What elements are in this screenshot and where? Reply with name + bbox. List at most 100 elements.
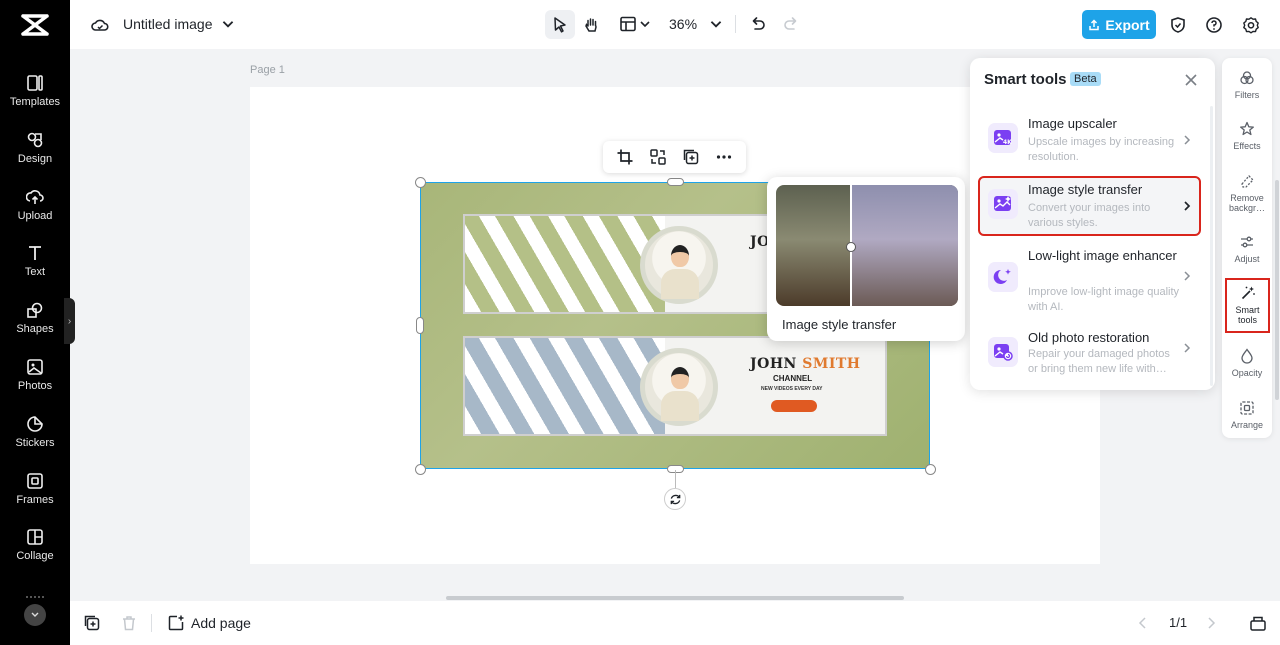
tool-old-photo-restoration[interactable]: Old photo restoration Repair your damage… (978, 324, 1201, 380)
cloud-sync-icon[interactable] (90, 15, 110, 35)
settings-button[interactable] (1241, 15, 1261, 35)
tool-description: Improve low-light image quality with AI. (1028, 286, 1180, 313)
hand-tool-button[interactable] (581, 14, 603, 36)
rail-item-opacity[interactable]: Opacity (1222, 348, 1272, 378)
sidebar-item-stickers[interactable]: Stickers (0, 415, 70, 463)
sidebar-item-upload[interactable]: Upload (0, 188, 70, 236)
toolbar-divider (735, 15, 736, 33)
right-scrollbar[interactable] (1275, 180, 1279, 400)
rail-label: Filters (1234, 90, 1260, 100)
select-tool-button[interactable] (545, 10, 575, 39)
tool-image-upscaler[interactable]: 4K Image upscaler Upscale images by incr… (978, 110, 1201, 170)
rail-label: Arrange (1230, 420, 1264, 430)
add-page-button[interactable]: Add page (167, 614, 251, 632)
resize-handle-left[interactable] (416, 317, 424, 334)
tool-name: Old photo restoration (1028, 330, 1150, 345)
rotate-icon (670, 494, 680, 504)
help-icon (1206, 17, 1222, 33)
add-page-label: Add page (191, 615, 251, 631)
resize-handle-top[interactable] (667, 178, 684, 186)
rail-item-remove-background[interactable]: Remove backgr… (1222, 173, 1272, 213)
help-button[interactable] (1204, 15, 1224, 35)
tool-name: Image upscaler (1028, 116, 1117, 131)
export-button[interactable]: Export (1082, 10, 1156, 39)
filters-icon (1240, 71, 1254, 85)
redo-button[interactable] (781, 14, 801, 34)
rail-item-effects[interactable]: Effects (1222, 121, 1272, 151)
panel-title: Smart tools (984, 71, 1067, 88)
panel-scrollbar[interactable] (1210, 106, 1213, 386)
sidebar-item-templates[interactable]: Templates (0, 74, 70, 122)
rail-item-filters[interactable]: Filters (1222, 70, 1272, 100)
tool-name: Low-light image enhancer (1028, 248, 1177, 263)
shield-button[interactable] (1168, 15, 1188, 35)
more-options-button[interactable] (715, 148, 733, 166)
undo-button[interactable] (748, 14, 768, 34)
rail-item-arrange[interactable]: Arrange (1222, 400, 1272, 430)
next-page-button[interactable] (1204, 616, 1218, 630)
banner-title-accent: SMITH (802, 356, 861, 372)
page-count: 1/1 (1169, 615, 1188, 630)
rail-label: Smart tools (1235, 305, 1260, 325)
sidebar-item-photos[interactable]: Photos (0, 358, 70, 406)
capcut-logo[interactable] (19, 12, 51, 38)
tool-low-light-enhancer[interactable]: Low-light image enhancer Improve low-lig… (978, 242, 1201, 314)
rail-label: Remove backgr… (1228, 193, 1265, 213)
page-panel-button[interactable] (1249, 614, 1267, 632)
trash-icon (123, 616, 135, 631)
gear-icon (1243, 17, 1259, 34)
sidebar-item-shapes[interactable]: Shapes (0, 301, 70, 349)
delete-page-button[interactable] (120, 614, 138, 632)
upload-icon (26, 190, 44, 204)
portrait-avatar (640, 226, 718, 304)
sidebar-item-text[interactable]: Text (0, 244, 70, 292)
effects-star-icon (1240, 121, 1254, 136)
crop-button[interactable] (616, 148, 634, 166)
collage-icon (27, 529, 43, 545)
layout-button[interactable] (618, 14, 638, 34)
sidebar-item-design[interactable]: Design (0, 131, 70, 179)
text-icon (29, 246, 41, 260)
shield-check-icon (1171, 17, 1185, 33)
rail-item-smart-tools[interactable]: Smart tools (1225, 278, 1270, 333)
resize-handle-bottom-left[interactable] (415, 464, 426, 475)
canvas-horizontal-scrollbar[interactable] (446, 596, 904, 600)
export-label: Export (1105, 16, 1150, 33)
sidebar-item-label: Text (24, 266, 46, 278)
rotate-handle[interactable] (664, 488, 686, 510)
previous-page-button[interactable] (1136, 616, 1150, 630)
tool-description: Convert your images into various styles. (1028, 202, 1151, 229)
preview-label: Image style transfer (782, 317, 897, 332)
document-title[interactable]: Untitled image (123, 16, 213, 32)
banner-bottom: JOHN SMITH CHANNEL NEW VIDEOS EVERY DAY (463, 336, 887, 436)
tool-description: Upscale images by increasing resolution. (1028, 136, 1175, 163)
more-horizontal-icon (716, 155, 732, 159)
resize-handle-top-left[interactable] (415, 177, 426, 188)
replace-button[interactable] (649, 148, 667, 166)
frames-icon (27, 473, 43, 489)
chevron-right-icon (1184, 135, 1191, 145)
resize-handle-bottom-right[interactable] (925, 464, 936, 475)
rotate-connector (675, 470, 676, 488)
sidebar-item-collage[interactable]: Collage (0, 528, 70, 576)
rail-item-adjust[interactable]: Adjust (1222, 234, 1272, 264)
title-dropdown-chevron-icon[interactable] (220, 16, 236, 32)
duplicate-button[interactable] (682, 148, 700, 166)
floating-toolbar (603, 141, 746, 173)
sidebar-item-frames[interactable]: Frames (0, 472, 70, 520)
shapes-icon (27, 302, 43, 318)
chevron-down-icon (31, 612, 39, 617)
close-icon[interactable] (1183, 72, 1199, 88)
duplicate-page-button[interactable] (83, 614, 101, 632)
arrange-icon (1240, 401, 1254, 415)
upscale-4k-icon: 4K (988, 123, 1018, 153)
svg-text:4K: 4K (1003, 139, 1012, 146)
style-transfer-preview-image (776, 185, 958, 306)
zoom-dropdown-chevron-icon[interactable] (708, 16, 724, 32)
layout-dropdown-chevron-icon[interactable] (638, 17, 652, 31)
sidebar-collapse-handle[interactable]: › (64, 298, 75, 344)
zoom-level[interactable]: 36% (669, 16, 697, 32)
avatar[interactable] (24, 604, 46, 626)
tool-image-style-transfer[interactable]: Image style transfer Convert your images… (978, 176, 1201, 236)
sidebar-item-label: Design (17, 153, 53, 165)
